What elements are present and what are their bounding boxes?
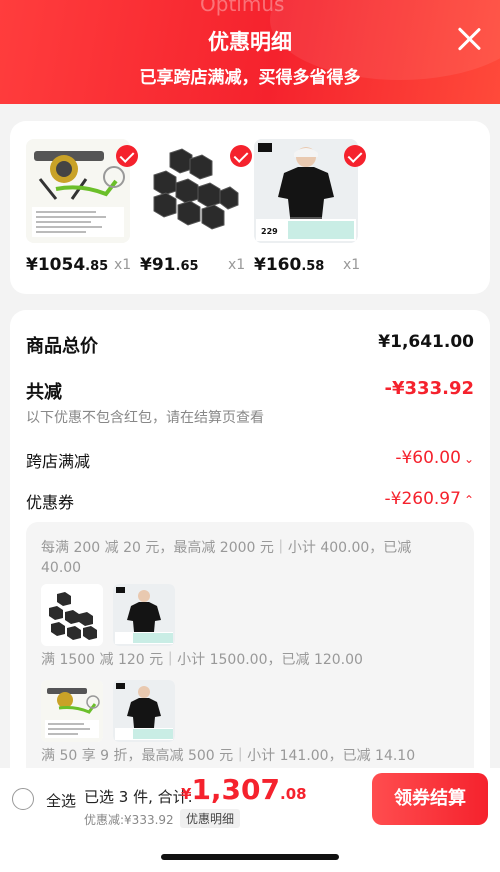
product-item[interactable] [140, 139, 252, 259]
total-reduce-value: -¥333.92 [384, 378, 474, 399]
discount-detail-tag[interactable]: 优惠明细 [180, 809, 241, 828]
select-all-label[interactable]: 全选 [46, 790, 76, 811]
header-background-text: Optimus [200, 0, 285, 16]
coupon-value[interactable]: -¥260.97 ⌃ [385, 489, 475, 509]
grand-total: ¥1,307.08 [181, 773, 307, 806]
checked-icon [344, 145, 366, 167]
coupon-product-image-charcoal [41, 584, 103, 646]
coupon-rule: 每满 200 减 20 元，最高减 2000 元｜小计 400.00，已减 40… [41, 540, 412, 576]
cross-store-value[interactable]: -¥60.00 ⌄ [395, 448, 474, 468]
home-indicator [161, 854, 339, 860]
panel-subtitle: 已享跨店满减，买得多省得多 [139, 68, 361, 88]
product-price: ¥1054.85 [26, 255, 109, 275]
chevron-down-icon: ⌄ [463, 452, 474, 466]
total-price-label: 商品总价 [26, 336, 98, 357]
product-quantity: x1 [343, 257, 361, 273]
total-price-value: ¥1,641.00 [378, 332, 474, 352]
coupon-label: 优惠券 [26, 493, 75, 512]
chevron-up-icon: ⌃ [463, 493, 474, 507]
product-image-charcoal [140, 139, 244, 243]
checked-icon [230, 145, 252, 167]
product-image-stove [26, 139, 130, 243]
panel-title: 优惠明细 [208, 30, 292, 54]
checked-icon [116, 145, 138, 167]
cross-store-label: 跨店满减 [26, 452, 91, 471]
product-item[interactable]: 229 [254, 139, 366, 259]
product-item[interactable] [26, 139, 138, 259]
product-price: ¥91.65 [140, 255, 199, 275]
tshirt-tag-price: 229 [261, 227, 278, 236]
product-price: ¥160.58 [254, 255, 325, 275]
discount-note: 以下优惠不包含红包，请在结算页查看 [26, 410, 264, 426]
selected-products-card: ¥1054.85 x1 ¥91.65 x1 229 ¥160.58 x1 [10, 121, 490, 294]
discount-detail-header: Optimus 优惠明细 已享跨店满减，买得多省得多 [0, 0, 500, 104]
coupon-detail-box: 每满 200 减 20 元，最高减 2000 元｜小计 400.00，已减 40… [26, 522, 474, 780]
price-summary-card: 商品总价 ¥1,641.00 共减 -¥333.92 以下优惠不包含红包，请在结… [10, 310, 490, 780]
product-image-tshirt: 229 [254, 139, 358, 243]
coupon-product-image-stove [41, 680, 103, 742]
discount-amount: 优惠减:¥333.92 [84, 813, 174, 827]
coupon-product-image-tshirt [113, 584, 175, 646]
coupon-rule: 满 50 享 9 折，最高减 500 元｜小计 141.00，已减 14.10 [41, 748, 416, 764]
select-all-radio[interactable] [12, 788, 34, 810]
close-icon[interactable] [456, 26, 482, 52]
product-quantity: x1 [228, 257, 246, 273]
coupon-product-image-tshirt [113, 680, 175, 742]
checkout-button[interactable]: 领券结算 [372, 773, 488, 825]
product-quantity: x1 [114, 257, 132, 273]
selected-count: 已选 3 件, 合计: [84, 788, 193, 806]
checkout-bar: 全选 已选 3 件, 合计: ¥1,307.08 优惠减:¥333.92 优惠明… [0, 768, 500, 830]
total-reduce-label: 共减 [26, 382, 62, 403]
coupon-rule: 满 1500 减 120 元｜小计 1500.00，已减 120.00 [41, 652, 363, 668]
